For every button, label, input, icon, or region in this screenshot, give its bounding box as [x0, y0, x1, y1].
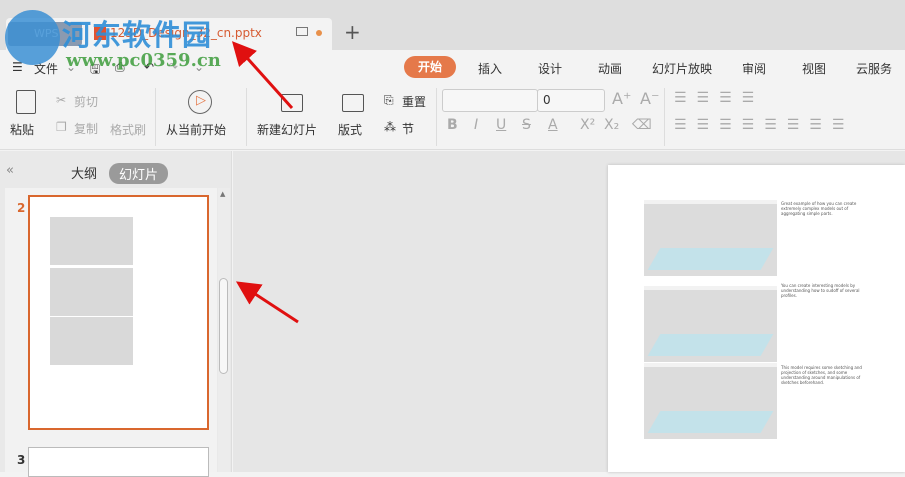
annotation-arrows	[231, 41, 299, 324]
arrow-to-scrollbar	[235, 281, 299, 324]
arrow-to-tab	[231, 41, 294, 110]
